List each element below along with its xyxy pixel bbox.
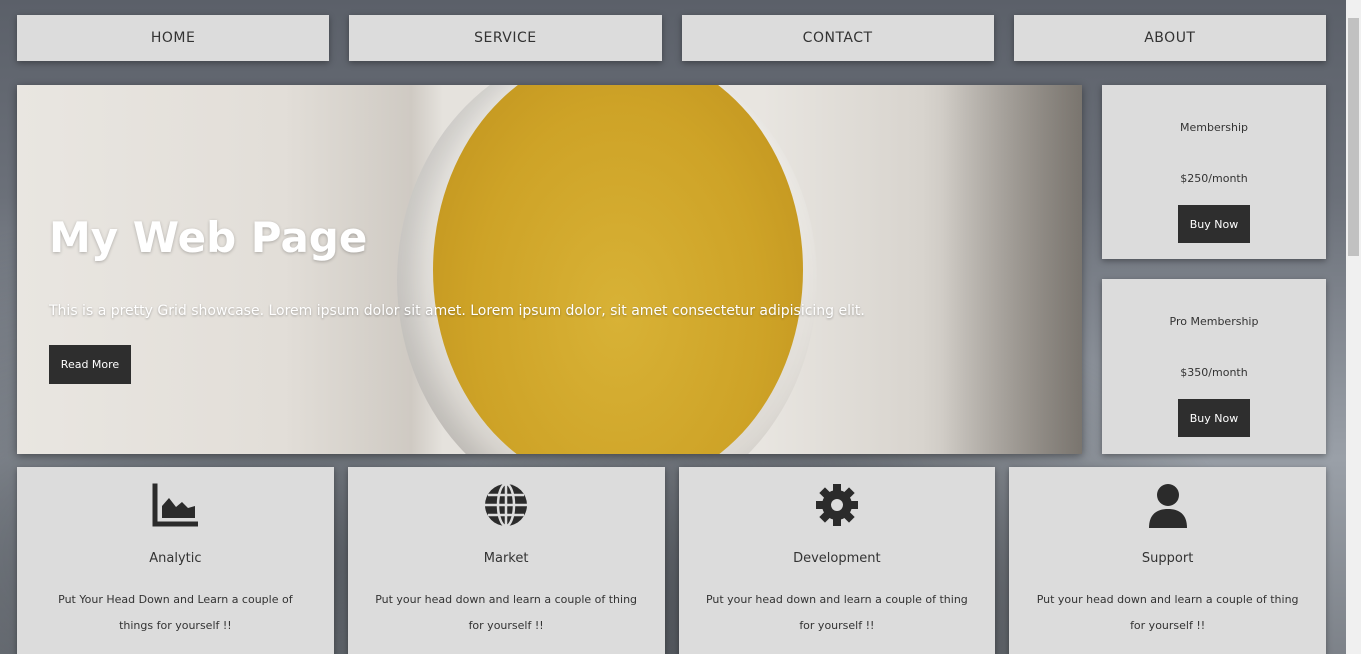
plan-price: $350/month (1180, 366, 1248, 379)
feature-card-support: Support Put your head down and learn a c… (1009, 467, 1326, 654)
nav-about[interactable]: ABOUT (1013, 15, 1326, 61)
membership-card: Membership $250/month Buy Now (1102, 85, 1326, 259)
scrollbar-thumb[interactable] (1348, 18, 1359, 256)
feature-text: Put Your Head Down and Learn a couple of… (58, 593, 293, 632)
feature-card-analytic: Analytic Put Your Head Down and Learn a … (17, 467, 334, 654)
feature-card-development: Development Put your head down and learn… (678, 467, 996, 654)
nav-service[interactable]: SERVICE (349, 15, 662, 61)
pro-membership-card: Pro Membership $350/month Buy Now (1102, 279, 1326, 454)
plan-name: Membership (1180, 121, 1248, 134)
feature-title: Support (1141, 551, 1194, 566)
feature-text: Put your head down and learn a couple of… (705, 593, 968, 632)
feature-text: Put your head down and learn a couple of… (1036, 593, 1299, 632)
buy-now-button[interactable]: Buy Now (1178, 205, 1250, 243)
vertical-scrollbar[interactable] (1346, 0, 1361, 654)
globe-icon (485, 482, 528, 528)
read-more-button[interactable]: Read More (49, 345, 131, 384)
plan-price: $250/month (1180, 172, 1248, 185)
feature-card-market: Market Put your head down and learn a co… (347, 467, 665, 654)
gear-icon (815, 484, 858, 526)
hero-image-yolk (433, 85, 803, 454)
plan-name: Pro Membership (1169, 315, 1259, 328)
feature-text: Put your head down and learn a couple of… (375, 593, 638, 632)
hero-description: This is a pretty Grid showcase. Lorem ip… (49, 303, 865, 319)
nav-contact[interactable]: CONTACT (681, 15, 994, 61)
feature-title: Analytic (149, 551, 202, 566)
nav-home[interactable]: HOME (17, 15, 330, 61)
user-icon (1148, 484, 1187, 528)
chart-area-icon (152, 483, 199, 527)
feature-title: Development (793, 551, 881, 566)
main-nav: HOME SERVICE CONTACT ABOUT (17, 15, 1326, 61)
hero-title: My Web Page (49, 213, 368, 262)
buy-now-button[interactable]: Buy Now (1178, 399, 1250, 437)
hero-showcase: My Web Page This is a pretty Grid showca… (17, 85, 1082, 454)
feature-title: Market (483, 551, 529, 566)
feature-cards: Analytic Put Your Head Down and Learn a … (17, 467, 1326, 654)
hero-image-shade (942, 85, 1082, 454)
